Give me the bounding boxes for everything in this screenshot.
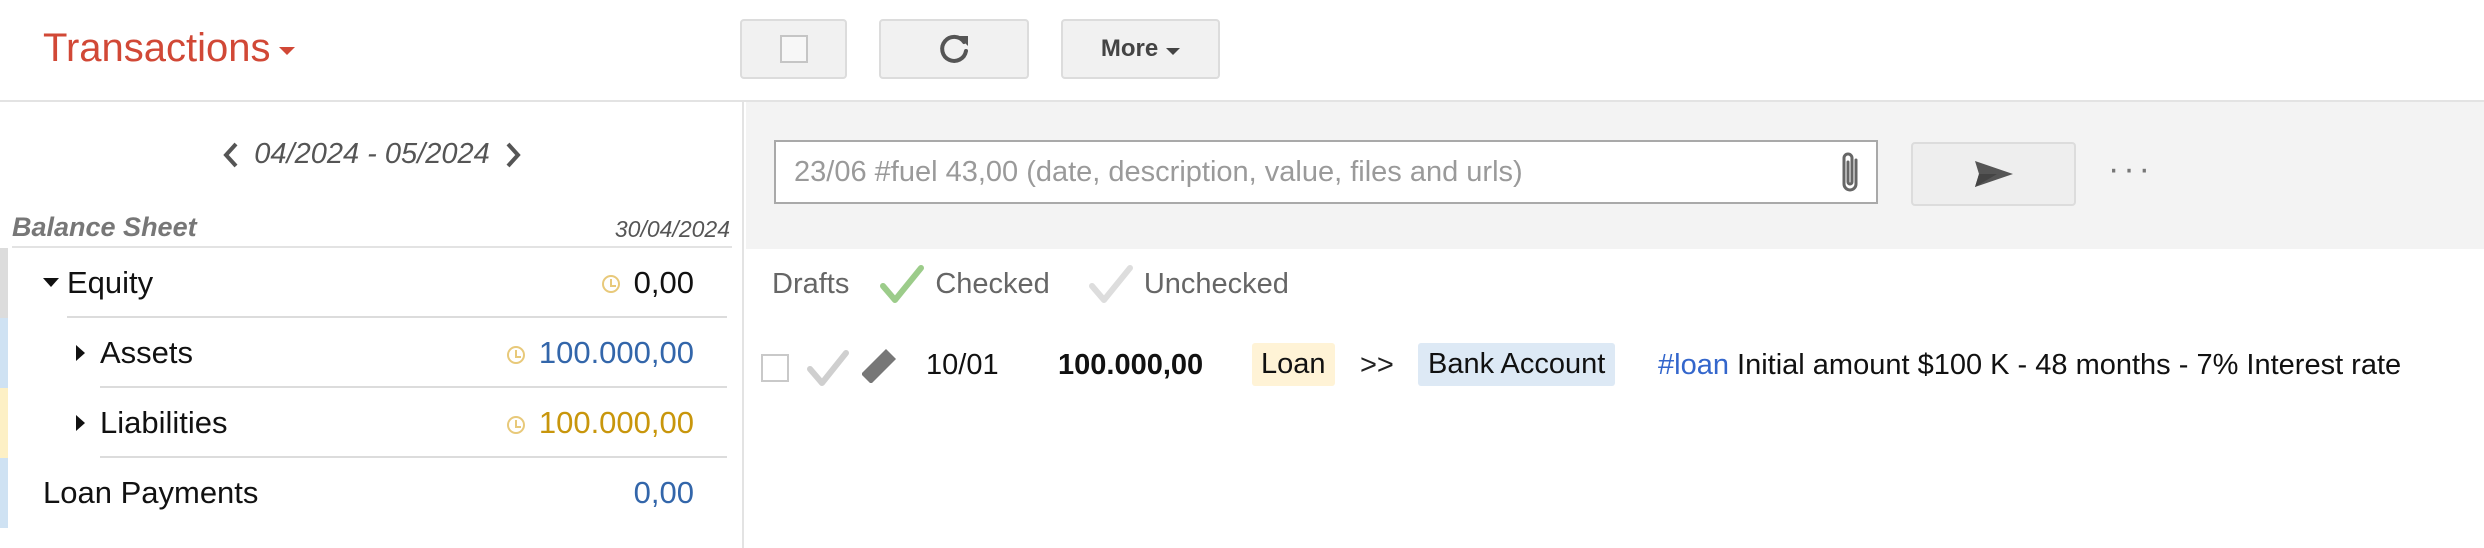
to-account-badge[interactable]: Bank Account — [1418, 343, 1616, 386]
account-color-stripe — [0, 388, 8, 458]
account-color-stripe — [0, 318, 8, 388]
checkmark-icon — [880, 265, 925, 303]
caret-right-icon[interactable] — [76, 415, 85, 431]
balance-sheet-header: Balance Sheet 30/04/2024 — [12, 212, 732, 248]
chevron-right-icon[interactable] — [504, 141, 522, 169]
account-name: Equity — [67, 265, 154, 300]
more-menu-label: More — [1100, 35, 1159, 62]
refresh-button[interactable] — [879, 19, 1029, 79]
paperclip-icon[interactable] — [1832, 148, 1868, 198]
filter-drafts[interactable]: Drafts — [772, 268, 849, 301]
account-row-assets[interactable]: Assets 100.000,00 — [0, 318, 744, 388]
account-color-stripe — [0, 458, 8, 528]
filter-unchecked-label: Unchecked — [1143, 267, 1289, 300]
send-button[interactable] — [1911, 142, 2076, 206]
account-balance: 0,00 — [633, 265, 694, 300]
caret-down-icon[interactable] — [43, 278, 59, 287]
accounts-panel: 04/2024 - 05/2024 Balance Sheet 30/04/20… — [0, 102, 744, 548]
clock-icon — [507, 346, 525, 364]
account-row-equity[interactable]: Equity 0,00 — [0, 248, 744, 318]
account-row-loan-payments[interactable]: Loan Payments 0,00 — [0, 458, 744, 528]
checkmark-icon — [1088, 265, 1133, 303]
chevron-down-icon — [1166, 47, 1181, 55]
period-label[interactable]: 04/2024 - 05/2024 — [254, 138, 489, 171]
balance-sheet-date: 30/04/2024 — [614, 216, 730, 242]
account-balance: 100.000,00 — [538, 335, 694, 370]
pencil-icon[interactable] — [858, 345, 900, 387]
checkbox-icon — [779, 35, 808, 63]
filter-unchecked[interactable]: Unchecked — [1088, 262, 1289, 306]
account-name: Assets — [100, 335, 194, 370]
clock-icon — [602, 275, 620, 293]
transaction-filters: Drafts Checked Unchecked — [772, 262, 1289, 306]
period-navigator: 04/2024 - 05/2024 — [0, 138, 744, 171]
send-icon — [1974, 161, 2013, 187]
filter-drafts-label: Drafts — [772, 267, 850, 300]
app-title-dropdown[interactable]: Transactions — [43, 26, 295, 71]
hashtag-link[interactable]: #loan — [1658, 349, 1729, 381]
account-name: Loan Payments — [43, 475, 259, 510]
filter-checked[interactable]: Checked — [879, 262, 1050, 306]
filter-checked-label: Checked — [935, 267, 1050, 300]
transaction-description: #loan Initial amount $100 K - 48 months … — [1658, 349, 2401, 382]
chevron-left-icon[interactable] — [222, 141, 240, 169]
check-transaction-icon[interactable] — [806, 347, 850, 389]
account-balance: 100.000,00 — [538, 405, 694, 440]
transaction-row[interactable]: 10/01 100.000,00 Loan >> Bank Account #l… — [746, 337, 2484, 397]
top-toolbar: Transactions More — [0, 0, 2484, 102]
account-row-liabilities[interactable]: Liabilities 100.000,00 — [0, 388, 744, 458]
clock-icon — [507, 416, 525, 434]
account-name: Liabilities — [100, 405, 228, 440]
balance-sheet-title: Balance Sheet — [12, 212, 197, 242]
account-color-stripe — [0, 248, 8, 318]
transaction-checkbox[interactable] — [761, 354, 789, 382]
refresh-icon — [940, 34, 968, 63]
account-balance: 0,00 — [633, 475, 694, 510]
transaction-composer: ··· — [746, 102, 2484, 249]
transaction-date: 10/01 — [926, 349, 999, 381]
chevron-down-icon — [278, 46, 295, 55]
more-options-icon[interactable]: ··· — [2108, 150, 2154, 189]
more-menu-button[interactable]: More — [1061, 19, 1220, 79]
account-separator: >> — [1360, 349, 1394, 381]
transactions-panel: ··· Drafts Checked Unchecked 10/01 100 — [746, 102, 2484, 548]
from-account-badge[interactable]: Loan — [1252, 343, 1335, 386]
caret-right-icon[interactable] — [76, 345, 85, 361]
description-text: Initial amount $100 K - 48 months - 7% I… — [1728, 349, 2402, 381]
transaction-input[interactable] — [774, 140, 1878, 204]
select-all-button[interactable] — [740, 19, 847, 79]
app-title: Transactions — [43, 26, 271, 70]
transaction-amount: 100.000,00 — [1058, 349, 1204, 381]
